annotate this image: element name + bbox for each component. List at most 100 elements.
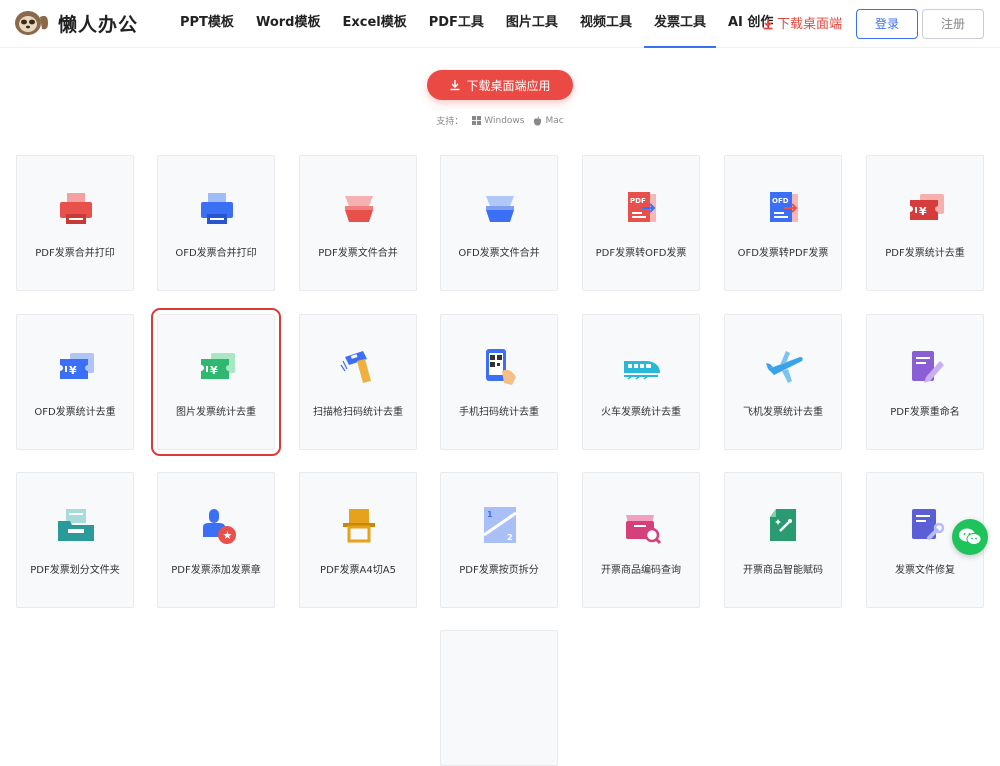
tool-label: PDF发票合并打印 [35, 248, 115, 259]
tool-card-product-code-lookup[interactable]: 开票商品编码查询 [582, 472, 700, 608]
svg-text:PDF: PDF [630, 197, 646, 205]
mac-os: Mac [533, 115, 564, 126]
split-pages-icon: 1 2 [483, 507, 517, 543]
logo-text: 懒人办公 [58, 13, 139, 36]
tool-label: 发票文件修复 [895, 565, 955, 576]
wechat-icon [959, 528, 982, 545]
tool-label: PDF发票文件合并 [318, 248, 398, 259]
tool-card-ofd-stats-dedupe[interactable]: ¥ OFD发票统计去重 [16, 314, 134, 450]
merge-pages-icon [345, 196, 373, 222]
tool-label: PDF发票添加发票章 [171, 565, 261, 576]
download-desktop-label: 下载桌面端 [777, 16, 843, 32]
register-button[interactable]: 注册 [922, 9, 984, 39]
windows-os: Windows [472, 116, 524, 126]
svg-text:2: 2 [507, 533, 513, 542]
train-icon [624, 361, 660, 380]
cut-page-icon [343, 509, 375, 543]
printer-icon [201, 193, 233, 224]
tool-label: 开票商品智能赋码 [743, 565, 823, 576]
mac-label: Mac [545, 115, 564, 126]
download-icon [763, 19, 773, 30]
tool-card-scanner-dedupe[interactable]: 扫描枪扫码统计去重 [299, 314, 417, 450]
nav-image-tools[interactable]: 图片工具 [496, 0, 568, 48]
download-icon [450, 80, 460, 91]
nav-invoice-tools[interactable]: 发票工具 [643, 0, 716, 48]
tool-label: PDF发票转OFD发票 [595, 248, 687, 259]
tool-label: PDF发票A4切A5 [320, 565, 396, 576]
edit-document-icon [912, 351, 944, 383]
tool-label: 图片发票统计去重 [176, 407, 256, 418]
wechat-chat-button[interactable] [952, 519, 988, 555]
tool-card-image-stats-dedupe[interactable]: ¥ 图片发票统计去重 [151, 308, 281, 456]
printer-icon [60, 193, 92, 224]
tool-card-phone-scan-dedupe[interactable]: 手机扫码统计去重 [440, 314, 558, 450]
tool-card-pdf-merge-print[interactable]: PDF发票合并打印 [16, 155, 134, 291]
file-repair-icon [912, 509, 945, 541]
tool-label: 开票商品编码查询 [601, 565, 681, 576]
windows-icon [472, 116, 482, 125]
tool-label: PDF发票划分文件夹 [30, 565, 120, 576]
box-search-icon [626, 515, 662, 545]
tool-card-ofd-to-pdf[interactable]: OFD OFD发票转PDF发票 [724, 155, 842, 291]
svg-text:1: 1 [487, 510, 493, 519]
sloth-logo-icon [15, 11, 48, 35]
download-app-button[interactable]: 下载桌面端应用 [427, 70, 573, 100]
nav-ppt[interactable]: PPT模板 [170, 0, 244, 48]
windows-label: Windows [484, 115, 525, 126]
platform-support: 支持： Windows Mac [0, 114, 1000, 128]
nav-word[interactable]: Word模板 [246, 0, 331, 48]
phone-qr-icon [486, 349, 516, 385]
support-label: 支持： [436, 117, 464, 127]
merge-pages-icon [486, 196, 514, 222]
login-button[interactable]: 登录 [856, 9, 918, 39]
tool-card-pdf-rename[interactable]: PDF发票重命名 [866, 314, 984, 450]
nav-pdf-tools[interactable]: PDF工具 [419, 0, 494, 48]
tool-card-pdf-add-seal[interactable]: ★ PDF发票添加发票章 [157, 472, 275, 608]
tool-card-pdf-split-pages[interactable]: 1 2 PDF发票按页拆分 [440, 472, 558, 608]
svg-text:★: ★ [223, 529, 233, 542]
svg-text:¥: ¥ [69, 364, 77, 377]
pdf-to-ofd-icon: PDF [628, 192, 656, 222]
tool-card-ofd-file-merge[interactable]: OFD发票文件合并 [440, 155, 558, 291]
ofd-to-pdf-icon: OFD [770, 192, 798, 222]
folder-tray-icon [58, 509, 94, 541]
tool-label: PDF发票统计去重 [885, 248, 965, 259]
tool-card-pdf-divide-folders[interactable]: PDF发票划分文件夹 [16, 472, 134, 608]
tool-label: OFD发票文件合并 [458, 248, 540, 259]
yen-ticket-icon: ¥ [910, 194, 944, 220]
tool-card-pdf-to-ofd[interactable]: PDF PDF发票转OFD发票 [582, 155, 700, 291]
tool-card-pdf-a4-to-a5[interactable]: PDF发票A4切A5 [299, 472, 417, 608]
tool-label: OFD发票转PDF发票 [737, 248, 829, 259]
tool-card-train-dedupe[interactable]: 火车发票统计去重 [582, 314, 700, 450]
tool-label: OFD发票合并打印 [175, 248, 257, 259]
svg-text:¥: ¥ [210, 364, 218, 377]
tool-card-ofd-merge-print[interactable]: OFD发票合并打印 [157, 155, 275, 291]
yen-ticket-icon: ¥ [60, 353, 94, 379]
tool-card-smart-coding[interactable]: 开票商品智能赋码 [724, 472, 842, 608]
svg-text:OFD: OFD [772, 197, 789, 205]
svg-text:¥: ¥ [919, 205, 927, 218]
site-logo[interactable]: 懒人办公 [14, 8, 138, 38]
tool-card-pdf-stats-dedupe[interactable]: ¥ PDF发票统计去重 [866, 155, 984, 291]
tool-label: 手机扫码统计去重 [459, 407, 539, 418]
tool-label: OFD发票统计去重 [34, 407, 116, 418]
tool-label: PDF发票按页拆分 [459, 565, 539, 576]
tool-card-partial[interactable] [440, 630, 558, 766]
stamp-icon: ★ [203, 509, 236, 544]
tool-card-pdf-file-merge[interactable]: PDF发票文件合并 [299, 155, 417, 291]
main-nav: PPT模板 Word模板 Excel模板 PDF工具 图片工具 视频工具 发票工… [170, 0, 785, 48]
yen-ticket-icon: ¥ [201, 353, 235, 379]
tool-label: 飞机发票统计去重 [743, 407, 823, 418]
download-desktop-link[interactable]: 下载桌面端 [762, 0, 842, 48]
top-header: 懒人办公 PPT模板 Word模板 Excel模板 PDF工具 图片工具 视频工… [0, 0, 1000, 48]
scanner-gun-icon [340, 351, 371, 383]
airplane-icon [766, 351, 803, 383]
tool-label: PDF发票重命名 [890, 407, 960, 418]
tool-card-plane-dedupe[interactable]: 飞机发票统计去重 [724, 314, 842, 450]
download-app-label: 下载桌面端应用 [466, 78, 551, 93]
nav-video-tools[interactable]: 视频工具 [570, 0, 642, 48]
nav-excel[interactable]: Excel模板 [332, 0, 416, 48]
smart-code-icon [770, 509, 796, 541]
tool-label: 火车发票统计去重 [601, 407, 681, 418]
apple-icon [534, 116, 542, 125]
